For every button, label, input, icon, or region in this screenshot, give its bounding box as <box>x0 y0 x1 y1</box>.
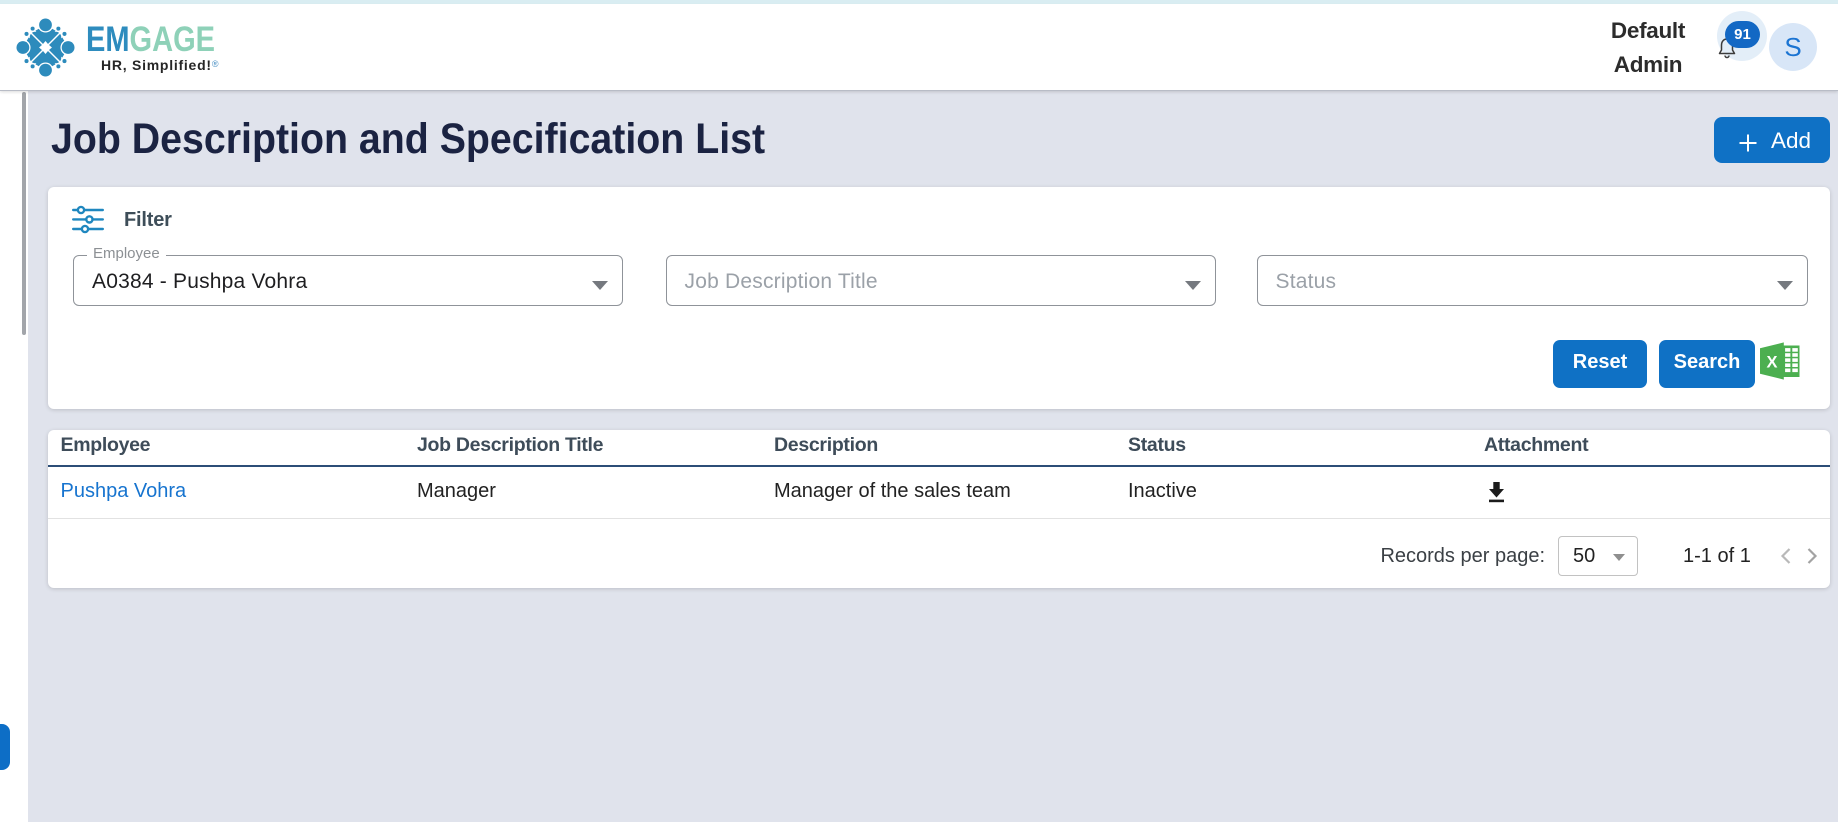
svg-text:X: X <box>1766 354 1777 372</box>
